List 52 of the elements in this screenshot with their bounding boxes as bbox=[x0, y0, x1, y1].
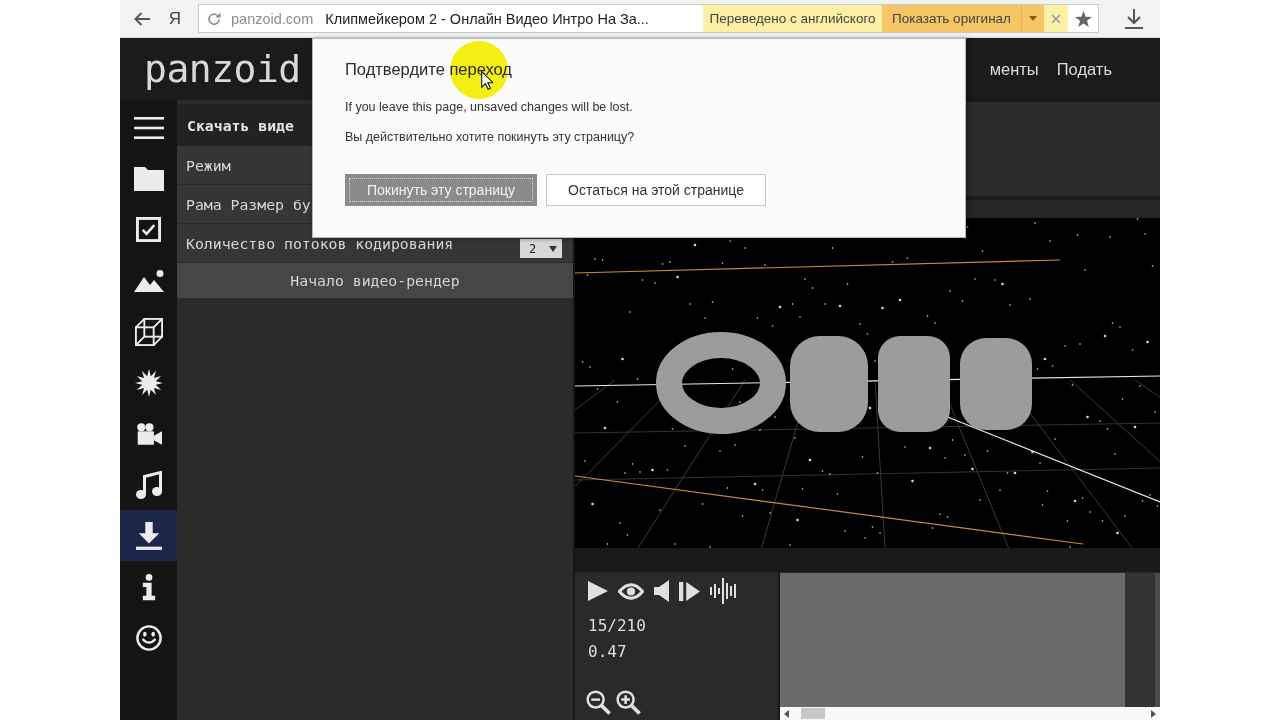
nav-link[interactable]: Подать bbox=[1056, 59, 1112, 79]
scroll-left-icon[interactable] bbox=[784, 709, 789, 718]
eye-icon[interactable] bbox=[618, 581, 644, 601]
dialog-question: Вы действительно хотите покинуть эту страницу? bbox=[345, 130, 635, 145]
folder-icon bbox=[133, 166, 164, 191]
cube-icon bbox=[134, 317, 163, 346]
menu-icon bbox=[133, 116, 164, 139]
video-camera-icon bbox=[135, 422, 162, 445]
sidebar-item[interactable] bbox=[120, 510, 177, 561]
step-forward-icon[interactable] bbox=[679, 580, 700, 602]
caret-icon bbox=[1029, 16, 1037, 21]
url-text: panzoid.com bbox=[231, 10, 314, 27]
music-note-icon bbox=[135, 470, 162, 499]
smiley-icon bbox=[135, 624, 162, 651]
thread-count-select[interactable]: 2 bbox=[520, 239, 562, 258]
scroll-right-icon[interactable] bbox=[1151, 709, 1156, 718]
waveform-icon[interactable] bbox=[710, 578, 736, 604]
speaker-icon[interactable] bbox=[654, 580, 669, 602]
reload-icon[interactable] bbox=[207, 11, 221, 26]
site-logo[interactable]: panzoid bbox=[144, 50, 301, 88]
translate-menu-button[interactable] bbox=[1021, 5, 1044, 32]
page-title: Клипмейкером 2 - Онлайн Видео Интро На За... bbox=[325, 10, 649, 27]
stay-on-page-button[interactable]: Остаться на этой странице bbox=[546, 174, 766, 206]
panel-title: Скачать виде bbox=[187, 116, 294, 134]
zoom-in-icon[interactable] bbox=[616, 690, 641, 715]
translation-status: Переведено с английского bbox=[703, 5, 882, 32]
show-original-button[interactable]: Показать оригинал bbox=[882, 5, 1021, 32]
setting-label: Рама Размер бу bbox=[186, 195, 311, 213]
info-icon bbox=[141, 572, 156, 601]
time-readout: 0.47 bbox=[588, 641, 627, 663]
caret-icon bbox=[549, 245, 557, 252]
burst-icon bbox=[134, 368, 163, 397]
close-icon bbox=[1051, 13, 1061, 24]
horizontal-scrollbar[interactable] bbox=[780, 707, 1160, 720]
download-icon[interactable] bbox=[1125, 8, 1143, 29]
setting-label: Количество потоков кодирования bbox=[186, 234, 454, 252]
back-arrow-icon[interactable] bbox=[133, 10, 151, 27]
frame-counter: 15/210 bbox=[588, 615, 646, 637]
download-icon bbox=[135, 521, 162, 550]
render-button[interactable]: Начало видео-рендер bbox=[177, 263, 573, 298]
setting-label: Режим bbox=[186, 156, 231, 174]
mountain-icon bbox=[133, 269, 164, 292]
bookmark-star-icon[interactable] bbox=[1075, 10, 1092, 27]
nav-link[interactable]: менты bbox=[989, 59, 1039, 79]
scroll-thumb[interactable] bbox=[801, 708, 825, 719]
dialog-message: If you leave this page, unsaved changes will be lost. bbox=[345, 100, 633, 115]
address-bar[interactable]: panzoid.com Клипмейкером 2 - Онлайн Видео Интро На За... Переведено с английского Показать оригинал bbox=[198, 4, 1099, 33]
checkbox-icon bbox=[136, 217, 161, 242]
play-icon[interactable] bbox=[588, 581, 608, 601]
browser-home-button[interactable]: Я bbox=[165, 6, 185, 31]
select-value: 2 bbox=[529, 241, 537, 256]
zoom-out-icon[interactable] bbox=[586, 690, 611, 715]
